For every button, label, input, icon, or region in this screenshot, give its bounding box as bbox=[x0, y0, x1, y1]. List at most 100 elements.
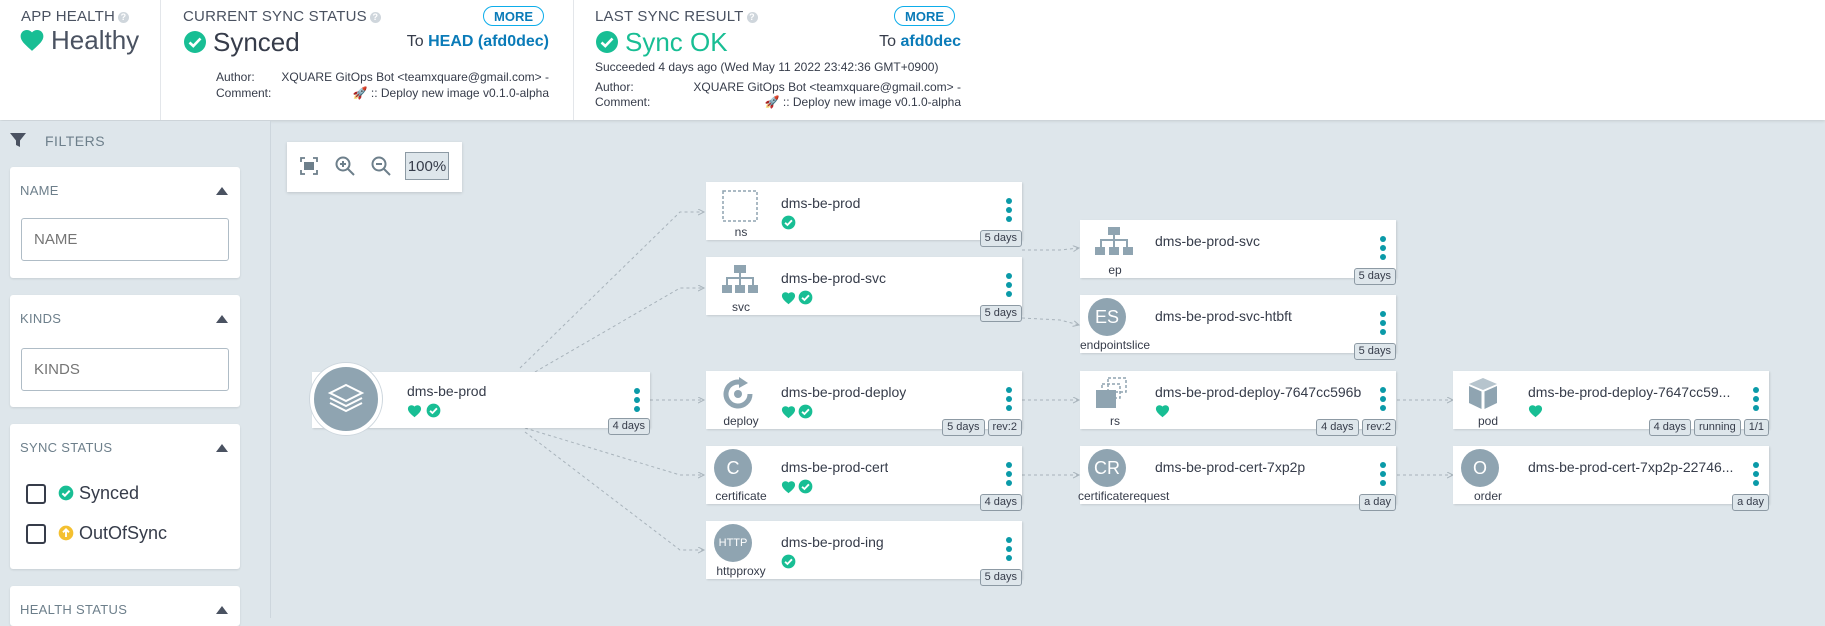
revision-tag: rev:2 bbox=[1361, 419, 1396, 436]
check-circle-icon bbox=[58, 485, 74, 501]
node-certificate[interactable]: C certificate dms-be-prod-cert 4 days bbox=[706, 446, 1022, 511]
node-kind: certificaterequest bbox=[1078, 489, 1170, 503]
app-node-icon bbox=[310, 363, 382, 435]
more-menu-icon[interactable] bbox=[1006, 273, 1012, 299]
node-ns[interactable]: ns dms-be-prod 5 days bbox=[706, 182, 1022, 247]
node-kind: endpointslice bbox=[1080, 338, 1151, 352]
node-kind: deploy bbox=[723, 414, 759, 428]
current-sync-panel: CURRENT SYNC STATUS? MORE Synced To HEAD… bbox=[161, 0, 573, 120]
graph-toolbar: 100% bbox=[287, 142, 462, 192]
collapse-icon[interactable] bbox=[216, 444, 228, 452]
node-tags: 4 days running 1/1 bbox=[1646, 419, 1769, 437]
collapse-icon[interactable] bbox=[216, 187, 228, 195]
node-status bbox=[1528, 404, 1545, 420]
certificate-icon: C bbox=[714, 449, 752, 487]
node-kind: pod bbox=[1477, 414, 1499, 428]
node-httpproxy[interactable]: HTTP httpproxy dms-be-prod-ing 5 days bbox=[706, 521, 1022, 586]
node-tags: 5 days rev:2 bbox=[939, 419, 1022, 437]
node-tags: a day bbox=[1729, 494, 1769, 512]
current-sync-title: CURRENT SYNC STATUS? bbox=[183, 8, 381, 25]
health-status-filter-card: HEALTH STATUS bbox=[10, 586, 240, 626]
kinds-filter-title: KINDS bbox=[20, 311, 62, 326]
last-sync-more-button[interactable]: MORE bbox=[894, 6, 955, 26]
age-tag: 4 days bbox=[1648, 419, 1691, 436]
name-filter-input[interactable] bbox=[21, 218, 229, 261]
kinds-filter-input[interactable] bbox=[21, 348, 229, 391]
zoom-in-icon[interactable] bbox=[333, 154, 357, 178]
outofsync-checkbox[interactable] bbox=[26, 524, 46, 544]
last-sync-target: To afd0dec bbox=[879, 33, 961, 50]
age-tag: 5 days bbox=[942, 419, 985, 436]
zoom-out-icon[interactable] bbox=[369, 154, 393, 178]
layers-icon bbox=[327, 383, 365, 413]
age-tag: 4 days bbox=[607, 418, 650, 435]
node-endpointslice[interactable]: ES endpointslice dms-be-prod-svc-htbft 5… bbox=[1080, 295, 1396, 360]
node-status bbox=[781, 404, 815, 420]
outofsync-option[interactable]: OutOfSync bbox=[58, 523, 167, 544]
node-name: dms-be-prod-deploy bbox=[781, 384, 907, 400]
help-icon[interactable]: ? bbox=[117, 12, 129, 23]
author-label: Author: bbox=[595, 80, 634, 94]
name-filter-card: NAME bbox=[10, 167, 240, 278]
check-circle-icon bbox=[798, 290, 813, 305]
node-name: dms-be-prod-cert-7xp2p bbox=[1155, 459, 1306, 475]
author-value: XQUARE GitOps Bot <teamxquare@gmail.com>… bbox=[693, 80, 961, 94]
revision-tag: rev:2 bbox=[987, 419, 1022, 436]
help-icon[interactable]: ? bbox=[746, 12, 758, 23]
collapse-icon[interactable] bbox=[216, 315, 228, 323]
more-menu-icon[interactable] bbox=[634, 388, 640, 414]
app-node-name: dms-be-prod bbox=[407, 383, 487, 399]
node-name: dms-be-prod-cert bbox=[781, 459, 889, 475]
node-certificaterequest[interactable]: CR certificaterequest dms-be-prod-cert-7… bbox=[1078, 446, 1396, 511]
age-tag: 5 days bbox=[979, 230, 1022, 247]
more-menu-icon[interactable] bbox=[1006, 537, 1012, 563]
synced-option[interactable]: Synced bbox=[58, 483, 139, 504]
sync-revision-link[interactable]: HEAD (afd0dec) bbox=[428, 33, 549, 50]
check-circle-icon bbox=[798, 404, 813, 419]
last-sync-revision-link[interactable]: afd0dec bbox=[901, 33, 961, 50]
node-rs[interactable]: rs dms-be-prod-deploy-7647cc596b 4 days r… bbox=[1080, 371, 1396, 436]
age-tag: 5 days bbox=[1353, 268, 1396, 285]
more-menu-icon[interactable] bbox=[1006, 462, 1012, 488]
heart-icon bbox=[1155, 405, 1170, 418]
namespace-icon bbox=[712, 186, 760, 224]
collapse-icon[interactable] bbox=[216, 606, 228, 614]
check-circle-icon bbox=[596, 31, 618, 53]
app-node-tags: 4 days bbox=[605, 418, 650, 436]
filter-icon bbox=[10, 133, 26, 147]
zoom-level[interactable]: 100% bbox=[405, 152, 449, 180]
check-circle-icon bbox=[781, 215, 796, 230]
more-menu-icon[interactable] bbox=[1380, 387, 1386, 413]
node-deploy[interactable]: deploy dms-be-prod-deploy 5 days rev:2 bbox=[706, 371, 1022, 436]
node-name: dms-be-prod-svc-htbft bbox=[1155, 308, 1292, 324]
node-kind: ep bbox=[1108, 263, 1122, 277]
node-order[interactable]: O order dms-be-prod-cert-7xp2p-22746... … bbox=[1453, 446, 1769, 511]
node-kind: rs bbox=[1110, 414, 1120, 428]
heart-icon bbox=[1528, 405, 1543, 418]
name-filter-title: NAME bbox=[20, 183, 59, 198]
more-menu-icon[interactable] bbox=[1753, 462, 1759, 488]
httpproxy-icon: HTTP bbox=[714, 524, 752, 562]
filters-header[interactable]: FILTERS bbox=[9, 131, 105, 149]
replicaset-icon bbox=[1086, 375, 1134, 413]
more-menu-icon[interactable] bbox=[1753, 387, 1759, 413]
node-name: dms-be-prod-ing bbox=[781, 534, 884, 550]
last-sync-title: LAST SYNC RESULT? bbox=[595, 8, 758, 25]
more-menu-icon[interactable] bbox=[1006, 198, 1012, 224]
node-status bbox=[781, 554, 798, 570]
more-menu-icon[interactable] bbox=[1380, 462, 1386, 488]
help-icon[interactable]: ? bbox=[369, 12, 381, 23]
node-svc[interactable]: svc dms-be-prod-svc 5 days bbox=[706, 257, 1022, 322]
service-icon bbox=[712, 261, 760, 299]
more-menu-icon[interactable] bbox=[1006, 387, 1012, 413]
more-menu-icon[interactable] bbox=[1380, 311, 1386, 337]
sync-status-more-button[interactable]: MORE bbox=[483, 6, 544, 26]
more-menu-icon[interactable] bbox=[1380, 236, 1386, 262]
node-ep[interactable]: ep dms-be-prod-svc 5 days bbox=[1080, 220, 1396, 285]
synced-checkbox[interactable] bbox=[26, 484, 46, 504]
last-sync-panel: LAST SYNC RESULT? MORE Sync OK To afd0de… bbox=[574, 0, 986, 120]
comment-label: Comment: bbox=[216, 86, 272, 100]
heart-icon bbox=[781, 406, 796, 419]
node-pod[interactable]: pod dms-be-prod-deploy-7647cc59... 4 day… bbox=[1453, 371, 1769, 436]
fit-screen-icon[interactable] bbox=[297, 154, 321, 178]
